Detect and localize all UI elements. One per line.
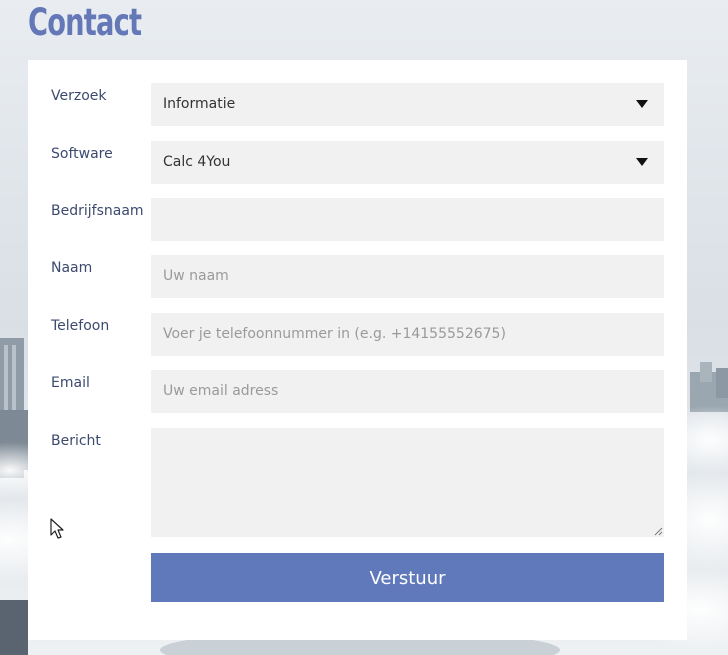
bericht-textarea[interactable] [151,428,664,537]
naam-input-placeholder: Uw naam [163,268,229,284]
software-select-value: Calc 4You [163,154,231,170]
email-input-placeholder: Uw email adress [163,383,279,399]
software-label: Software [51,146,113,162]
caret-down-icon [636,158,648,166]
email-label: Email [51,375,90,391]
telefoon-input-placeholder: Voer je telefoonnummer in (e.g. +1415555… [163,326,506,342]
submit-button[interactable]: Verstuur [151,553,664,602]
naam-input[interactable]: Uw naam [151,255,664,298]
contact-form: Verzoek Informatie Software Calc 4You Be… [28,60,687,640]
bericht-label: Bericht [51,433,101,449]
naam-label: Naam [51,260,93,276]
verzoek-label: Verzoek [51,88,107,104]
page-title: Contact [28,1,142,44]
bedrijfsnaam-input[interactable] [151,198,664,241]
email-input[interactable]: Uw email adress [151,370,664,413]
software-select[interactable]: Calc 4You [151,141,664,184]
bedrijfsnaam-label: Bedrijfsnaam [51,203,144,219]
mouse-pointer-icon [50,518,64,539]
verzoek-select[interactable]: Informatie [151,83,664,126]
resize-handle-icon[interactable] [654,527,663,536]
verzoek-select-value: Informatie [163,96,236,112]
telefoon-label: Telefoon [51,318,110,334]
telefoon-input[interactable]: Voer je telefoonnummer in (e.g. +1415555… [151,313,664,356]
caret-down-icon [636,100,648,108]
